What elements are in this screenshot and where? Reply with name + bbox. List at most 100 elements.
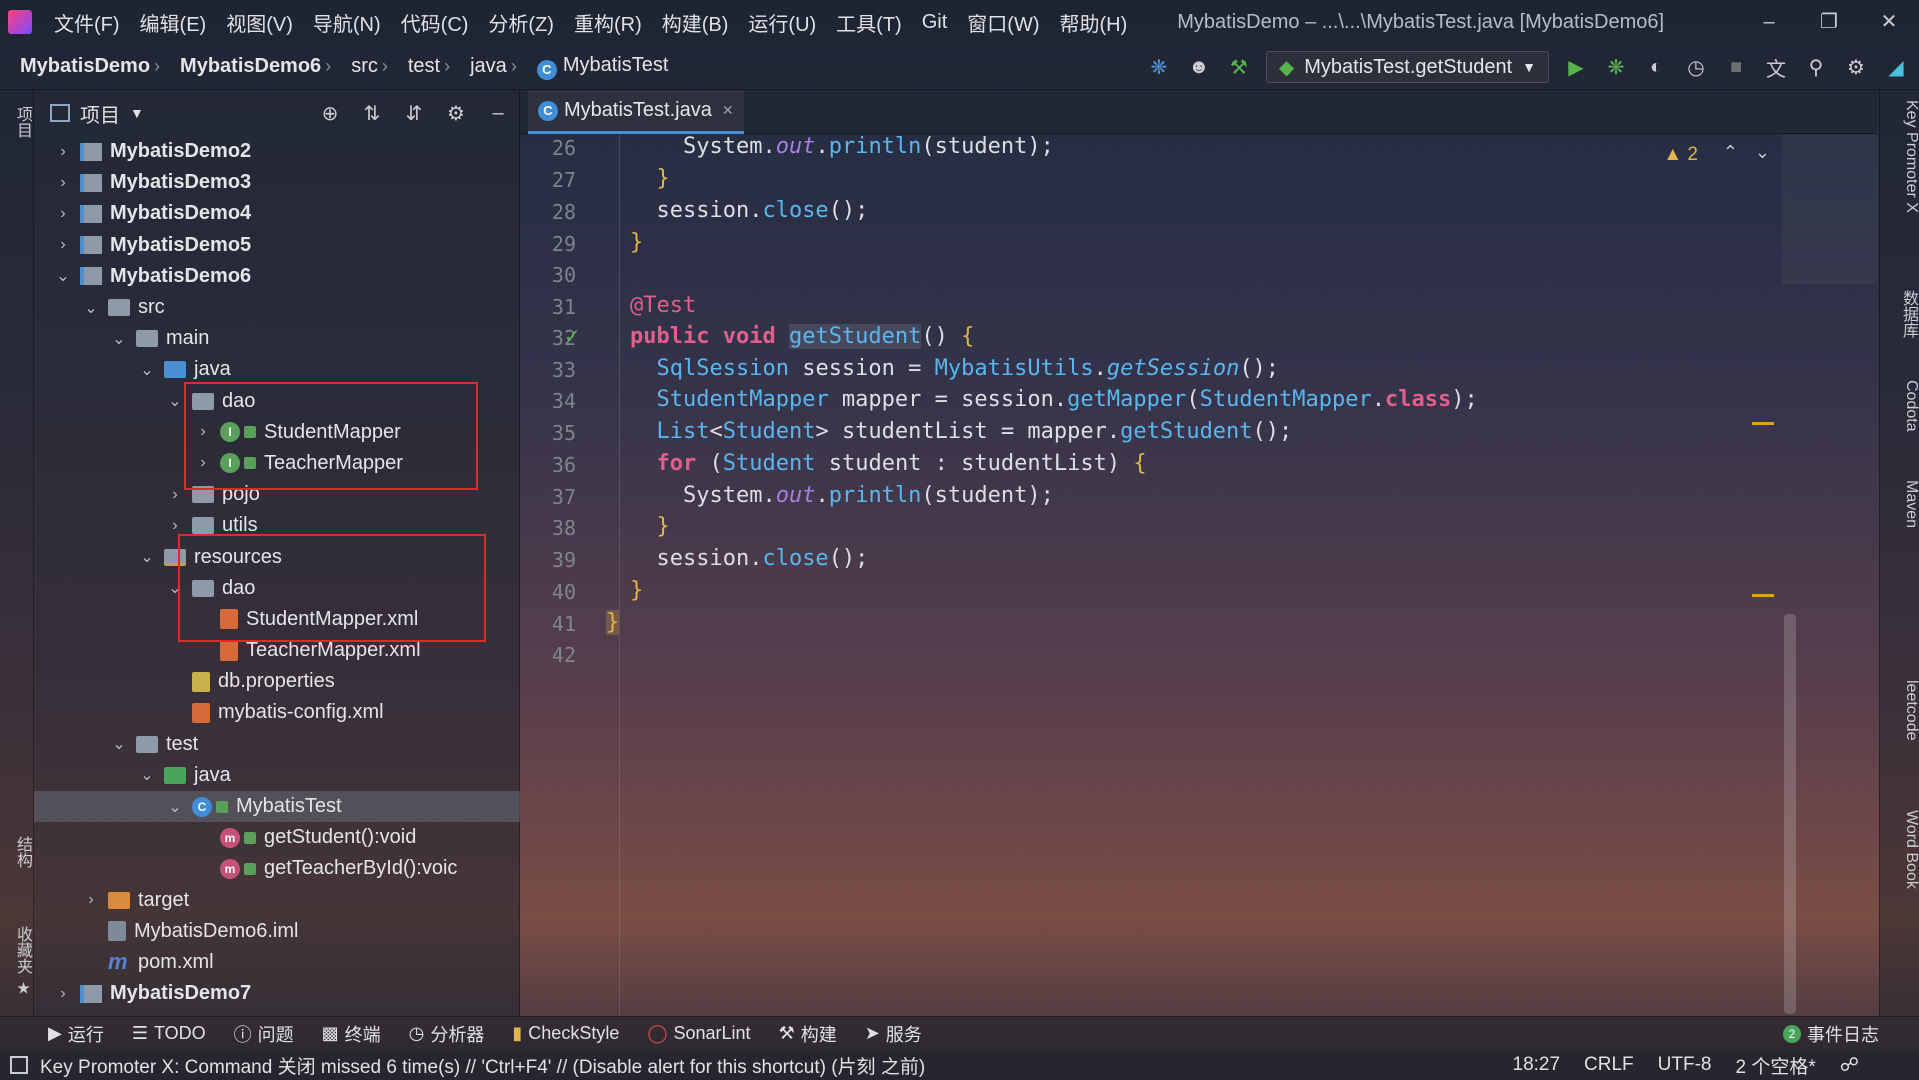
minimize-icon[interactable]: – xyxy=(1739,0,1799,44)
gear-icon[interactable]: ⚙ xyxy=(443,101,469,126)
breadcrumb-item[interactable]: src xyxy=(331,55,382,78)
tool-terminal[interactable]: ▩ 终端 xyxy=(308,1021,395,1047)
side-tab-structure[interactable]: 结构 xyxy=(0,830,34,874)
tree-item[interactable]: › MybatisDemo4 xyxy=(34,198,520,229)
tree-item[interactable]: › MybatisDemo3 xyxy=(34,167,520,198)
jetbrains-toolbox-icon[interactable]: ◢ xyxy=(1883,54,1909,80)
tool-build[interactable]: ⚒ 构建 xyxy=(765,1021,851,1047)
close-icon[interactable]: ✕ xyxy=(1859,0,1919,44)
tool-profiler[interactable]: ◷ 分析器 xyxy=(395,1021,499,1047)
menu-analyze[interactable]: 分析(Z) xyxy=(478,8,564,37)
menu-file[interactable]: 文件(F) xyxy=(44,8,130,37)
side-tab-database[interactable]: 数据库 xyxy=(1880,290,1919,338)
tree-item[interactable]: m getTeacherById():voic xyxy=(34,853,520,884)
caret-position[interactable]: 18:27 xyxy=(1513,1054,1561,1076)
tab-mybatistest[interactable]: C MybatisTest.java ✕ xyxy=(528,90,744,134)
tool-problems[interactable]: ⓘ 问题 xyxy=(220,1021,308,1047)
project-panel-title[interactable]: 项目 xyxy=(80,99,120,128)
menu-help[interactable]: 帮助(H) xyxy=(1049,8,1137,37)
tree-item[interactable]: mybatis-config.xml xyxy=(34,697,520,728)
event-log[interactable]: 2 事件日志 xyxy=(1783,1017,1879,1051)
status-message[interactable]: Key Promoter X: Command 关闭 missed 6 time… xyxy=(0,1052,925,1079)
run-test-gutter-icon[interactable]: ✓ xyxy=(564,324,581,349)
restore-icon[interactable]: ❐ xyxy=(1799,0,1859,44)
coverage-icon[interactable]: ◐ xyxy=(1643,54,1669,80)
side-tab-project[interactable]: 项目 xyxy=(0,100,34,144)
hide-icon[interactable]: – xyxy=(485,102,511,125)
collapse-all-icon[interactable]: ⇵ xyxy=(401,101,427,126)
tool-checkstyle[interactable]: ▮ CheckStyle xyxy=(498,1023,633,1044)
tree-item[interactable]: m pom.xml xyxy=(34,947,520,978)
side-tab-word-book[interactable]: Word Book xyxy=(1880,810,1919,889)
tree-item[interactable]: › MybatisDemo5 xyxy=(34,230,520,261)
menu-view[interactable]: 视图(V) xyxy=(216,8,303,37)
tree-item[interactable]: db.properties xyxy=(34,666,520,697)
tree-item[interactable]: m getStudent():void xyxy=(34,822,520,853)
code-minimap[interactable] xyxy=(1782,134,1878,284)
breadcrumb-item[interactable]: test xyxy=(388,55,444,78)
tree-item-selected[interactable]: ⌄ C MybatisTest xyxy=(34,790,520,823)
tool-run[interactable]: ▶ 运行 xyxy=(0,1021,118,1047)
breadcrumb-item-class[interactable]: C MybatisTest xyxy=(517,54,673,80)
side-tab-codota[interactable]: Codota xyxy=(1880,380,1919,432)
debug-icon[interactable]: ❋ xyxy=(1603,54,1629,80)
tree-item[interactable]: › MybatisDemo2 xyxy=(34,136,520,167)
lock-icon[interactable]: ☍ xyxy=(1840,1054,1859,1077)
plugin-icon[interactable]: ❋ xyxy=(1146,54,1172,80)
chevron-up-icon[interactable]: ⌃ xyxy=(1723,142,1738,163)
side-tab-favorites[interactable]: 收藏夹 ★ xyxy=(0,920,34,1003)
menu-navigate[interactable]: 导航(N) xyxy=(303,8,391,37)
expand-all-icon[interactable]: ⇅ xyxy=(359,101,385,126)
menu-build[interactable]: 构建(B) xyxy=(652,8,739,37)
test-folder-icon xyxy=(164,766,186,784)
chevron-down-icon[interactable]: ▼ xyxy=(130,105,144,121)
menu-git[interactable]: Git xyxy=(912,11,958,34)
menu-code[interactable]: 代码(C) xyxy=(391,8,479,37)
xml-file-icon xyxy=(192,702,210,723)
side-tab-leetcode[interactable]: leetcode xyxy=(1880,680,1919,741)
gear-icon[interactable]: ⚙ xyxy=(1843,54,1869,80)
close-icon[interactable]: ✕ xyxy=(722,102,734,119)
breadcrumb-item[interactable]: MybatisDemo xyxy=(0,55,154,78)
menu-refactor[interactable]: 重构(R) xyxy=(564,8,652,37)
tree-item[interactable]: › MybatisDemo7 xyxy=(34,978,520,1009)
editor-scrollbar[interactable] xyxy=(1784,614,1796,1014)
menu-edit[interactable]: 编辑(E) xyxy=(130,8,217,37)
user-icon[interactable]: ☻ xyxy=(1186,54,1212,80)
stop-icon[interactable]: ■ xyxy=(1723,54,1749,80)
chevron-down-icon[interactable]: ⌄ xyxy=(1755,142,1770,163)
warning-indicator[interactable]: ▲ 2 xyxy=(1663,144,1698,166)
tree-item[interactable]: ⌄ MybatisDemo6 xyxy=(34,261,520,292)
menu-tools[interactable]: 工具(T) xyxy=(826,8,912,37)
module-folder-icon xyxy=(80,984,102,1003)
tree-item[interactable]: ⌄ java xyxy=(34,760,520,791)
tree-item[interactable]: ⌄ java xyxy=(34,354,520,385)
translate-icon[interactable]: 文 xyxy=(1763,54,1789,81)
tree-item[interactable]: MybatisDemo6.iml xyxy=(34,916,520,947)
breadcrumb-item[interactable]: java xyxy=(450,55,511,78)
tree-item[interactable]: ⌄ main xyxy=(34,323,520,354)
tool-sonarlint[interactable]: ◯ SonarLint xyxy=(633,1023,764,1044)
tree-item[interactable]: ⌄ src xyxy=(34,292,520,323)
tool-todo[interactable]: ☰ TODO xyxy=(118,1023,220,1044)
locate-icon[interactable]: ⊕ xyxy=(317,101,343,126)
toggle-tool-windows-icon[interactable] xyxy=(10,1056,28,1074)
indent-setting[interactable]: 2 个空格* xyxy=(1736,1052,1816,1079)
code-editor[interactable]: 25 26 27 28 29 30 31 32 33 34 35 36 37 3… xyxy=(520,134,1878,1016)
run-icon[interactable]: ▶ xyxy=(1563,54,1589,80)
run-configuration-select[interactable]: ◆ MybatisTest.getStudent ▼ xyxy=(1265,51,1549,83)
side-tab-key-promoter[interactable]: Key Promoter X xyxy=(1880,100,1919,213)
file-encoding[interactable]: UTF-8 xyxy=(1658,1054,1712,1076)
breadcrumb-item[interactable]: MybatisDemo6 xyxy=(160,55,325,78)
search-icon[interactable]: ⚲ xyxy=(1803,54,1829,80)
menu-run[interactable]: 运行(U) xyxy=(738,8,826,37)
tool-services[interactable]: ➤ 服务 xyxy=(851,1021,936,1047)
chevron-right-icon: › xyxy=(60,984,66,1002)
menu-window[interactable]: 窗口(W) xyxy=(957,8,1049,37)
line-separator[interactable]: CRLF xyxy=(1584,1054,1634,1076)
side-tab-maven[interactable]: Maven xyxy=(1880,480,1919,528)
build-hammer-icon[interactable]: ⚒ xyxy=(1226,54,1252,80)
profile-icon[interactable]: ◷ xyxy=(1683,54,1709,80)
tree-item[interactable]: › target xyxy=(34,885,520,916)
tree-item[interactable]: ⌄ test xyxy=(34,729,520,760)
